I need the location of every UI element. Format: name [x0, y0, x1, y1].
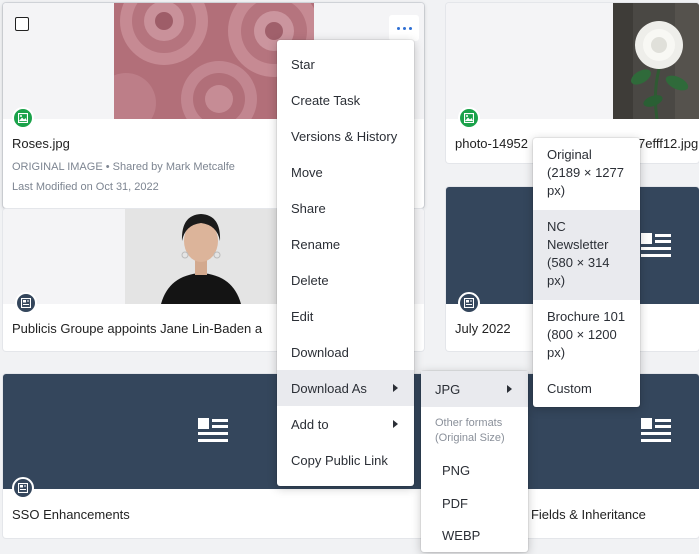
- card-title[interactable]: Publicis Groupe appoints Jane Lin-Baden …: [12, 321, 262, 336]
- asset-type-label: ORIGINAL IMAGE: [12, 161, 103, 173]
- format-webp[interactable]: WEBP: [421, 519, 528, 551]
- size-nc-newsletter-name: NC: [547, 219, 566, 234]
- meta-separator: •: [105, 161, 110, 173]
- size-custom[interactable]: Custom: [533, 372, 640, 406]
- chevron-right-icon: [393, 384, 398, 392]
- last-modified-label: Last Modified on Oct 31, 2022: [12, 181, 159, 193]
- newspaper-icon: [641, 233, 671, 259]
- shared-by-label: Shared by Mark Metcalfe: [112, 161, 235, 173]
- newspaper-icon: [12, 477, 34, 499]
- portrait-image: [125, 209, 277, 304]
- size-brochure-101[interactable]: Brochure 101 (800 × 1200 px): [533, 300, 640, 372]
- size-nc-newsletter-unit: px): [547, 273, 566, 288]
- asset-context-menu: Star Create Task Versions & History Move…: [277, 40, 414, 486]
- size-brochure-101-dims: (800 × 1200: [547, 327, 617, 342]
- size-brochure-101-name: Brochure 101: [547, 309, 626, 324]
- card-title[interactable]: photo-14952: [455, 136, 528, 151]
- menu-item-download[interactable]: Download: [277, 334, 414, 370]
- card-title-tail[interactable]: 7efff12.jpg: [638, 136, 698, 151]
- menu-item-star[interactable]: Star: [277, 46, 414, 82]
- newspaper-icon: [15, 292, 37, 314]
- menu-item-add-to-label: Add to: [291, 416, 329, 432]
- size-nc-newsletter-dims: (580 × 314: [547, 255, 610, 270]
- menu-item-add-to[interactable]: Add to: [277, 406, 414, 442]
- chevron-right-icon: [393, 420, 398, 428]
- menu-item-edit[interactable]: Edit: [277, 298, 414, 334]
- menu-item-create-task[interactable]: Create Task: [277, 82, 414, 118]
- menu-item-share[interactable]: Share: [277, 190, 414, 226]
- size-original[interactable]: Original (2189 × 1277 px): [533, 138, 640, 210]
- size-nc-newsletter[interactable]: NC Newsletter (580 × 314 px): [533, 210, 640, 300]
- card-title[interactable]: ing Fields & Inheritance: [510, 507, 646, 522]
- newspaper-icon: [198, 418, 228, 444]
- menu-item-rename[interactable]: Rename: [277, 226, 414, 262]
- menu-item-versions-history[interactable]: Versions & History: [277, 118, 414, 154]
- card-title[interactable]: July 2022: [455, 321, 511, 336]
- download-as-submenu: JPG Other formats (Original Size) PNG PD…: [421, 371, 528, 552]
- format-pdf[interactable]: PDF: [421, 487, 528, 519]
- more-horizontal-icon: [396, 26, 400, 30]
- menu-item-move[interactable]: Move: [277, 154, 414, 190]
- size-original-dims: (2189 × 1277: [547, 165, 624, 180]
- size-original-name: Original: [547, 147, 592, 162]
- card-title[interactable]: SSO Enhancements: [12, 507, 130, 522]
- newspaper-icon: [458, 292, 480, 314]
- other-formats-subheading: (Original Size): [435, 432, 505, 444]
- menu-item-delete[interactable]: Delete: [277, 262, 414, 298]
- image-icon: [12, 107, 34, 129]
- format-jpg[interactable]: JPG: [421, 371, 528, 407]
- thumbnail-photo[interactable]: [446, 3, 699, 119]
- format-jpg-label: JPG: [435, 381, 461, 397]
- menu-item-download-as-label: Download As: [291, 380, 367, 396]
- size-original-unit: px): [547, 183, 566, 198]
- menu-item-copy-public-link[interactable]: Copy Public Link: [277, 442, 414, 478]
- image-icon: [458, 107, 480, 129]
- more-options-button[interactable]: [389, 15, 419, 41]
- size-brochure-101-unit: px): [547, 345, 566, 360]
- chevron-right-icon: [507, 385, 512, 393]
- other-formats-heading: Other formats: [435, 417, 503, 429]
- menu-item-download-as[interactable]: Download As: [277, 370, 414, 406]
- card-meta: ORIGINAL IMAGE • Shared by Mark Metcalfe: [12, 161, 235, 173]
- white-rose-image: [613, 3, 699, 119]
- newspaper-icon: [641, 418, 671, 444]
- size-nc-newsletter-name2: Newsletter: [547, 237, 609, 252]
- format-png[interactable]: PNG: [421, 453, 528, 487]
- select-checkbox[interactable]: [15, 17, 29, 31]
- jpg-sizes-submenu: Original (2189 × 1277 px) NC Newsletter …: [533, 138, 640, 407]
- card-title[interactable]: Roses.jpg: [12, 136, 70, 151]
